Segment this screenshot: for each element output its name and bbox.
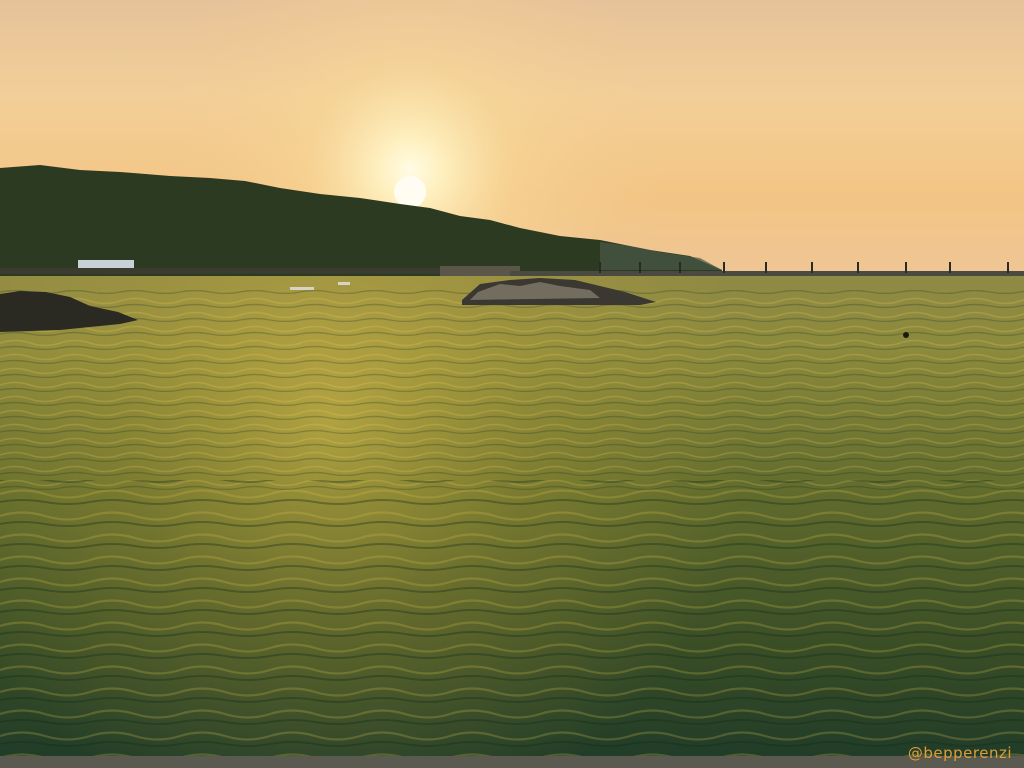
sunset-harbor-photo: @bepperenzi <box>0 0 1024 768</box>
shore-road <box>0 268 460 274</box>
sun <box>394 176 426 208</box>
buoy <box>903 332 909 338</box>
photo-canvas <box>0 0 1024 768</box>
ripples-near-horizon <box>0 290 1024 490</box>
ripples-foreground <box>0 480 1024 760</box>
photographer-watermark: @bepperenzi <box>907 744 1012 762</box>
quay-edge <box>0 756 1024 768</box>
